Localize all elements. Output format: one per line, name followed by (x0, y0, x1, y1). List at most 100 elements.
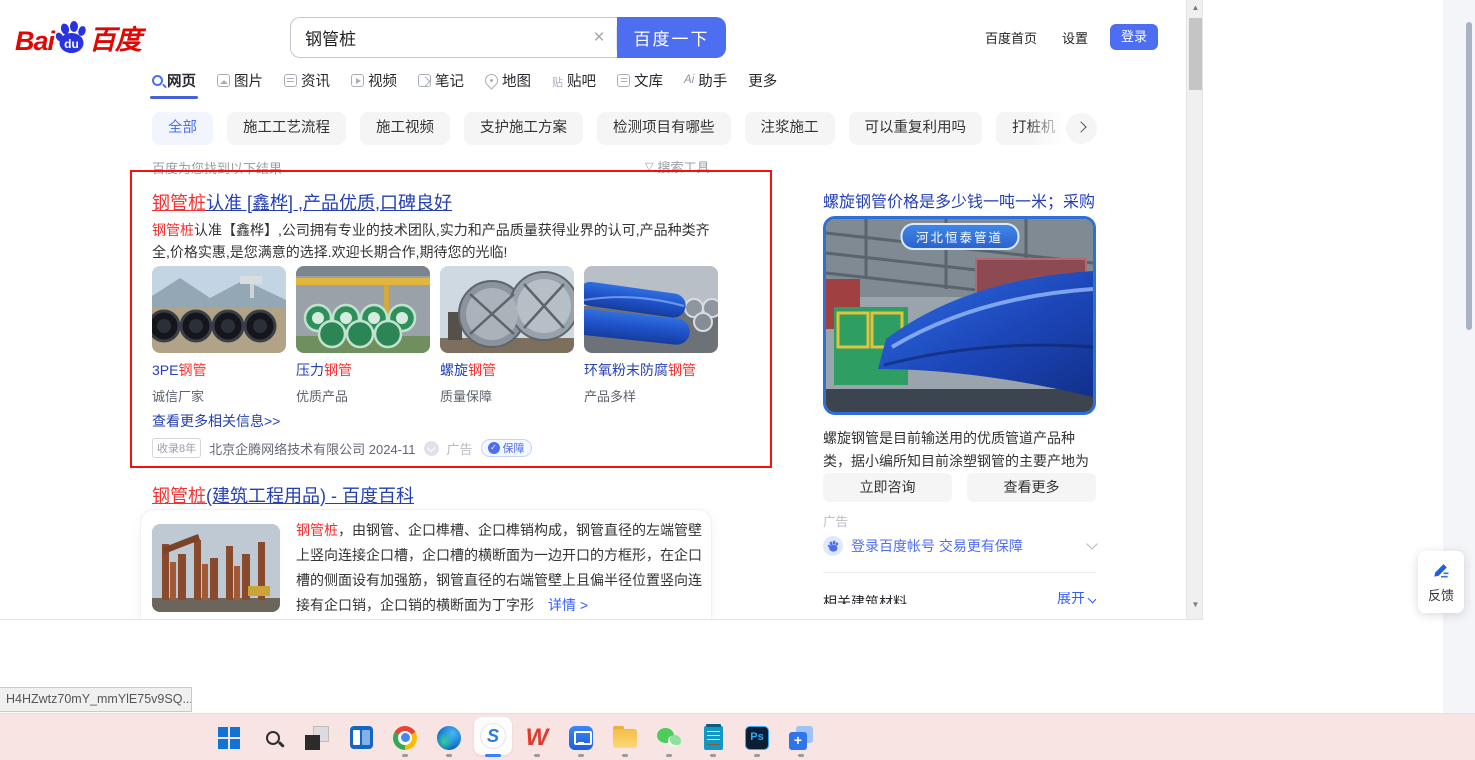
wps-icon: W (525, 723, 549, 751)
chip-support-plan[interactable]: 支护施工方案 (464, 112, 583, 145)
thumb-subcaption: 优质产品 (296, 389, 349, 404)
chevron-down-icon[interactable] (1086, 538, 1098, 550)
edge-icon (437, 725, 461, 750)
detail-link[interactable]: 详情 > (548, 597, 588, 613)
news-icon (284, 73, 297, 87)
taskbar-search-button[interactable] (254, 717, 292, 758)
chevron-down-icon[interactable] (423, 440, 439, 456)
photoshop-button[interactable]: Ps (738, 717, 776, 758)
tab-wenku[interactable]: 文库 (617, 69, 663, 91)
thumb-pressure-pipe[interactable]: 压力钢管 优质产品 (296, 266, 430, 405)
thumb-3pe-pipe[interactable]: 3PE钢管 诚信厂家 (152, 266, 286, 405)
tab-videos[interactable]: 视频 (351, 69, 397, 91)
thumb-subcaption: 产品多样 (584, 389, 637, 404)
pc-manager-button[interactable] (562, 717, 600, 758)
settings-link[interactable]: 设置 (1062, 28, 1088, 47)
baike-result-title[interactable]: 钢管桩(建筑工程用品) - 百度百科 (152, 482, 414, 508)
scroll-up-arrow[interactable]: ▲ (1187, 3, 1202, 12)
sidebar-ad-title[interactable]: 螺旋钢管价格是多少钱一吨一米；采购 (823, 188, 1099, 212)
scrollbar-thumb[interactable] (1189, 18, 1202, 90)
tab-images[interactable]: 图片 (217, 69, 263, 91)
chrome-button[interactable] (386, 717, 424, 758)
panel-app-button[interactable] (342, 717, 380, 758)
baidu-paw-icon-small (823, 536, 843, 556)
search-tools-button[interactable]: ▽ 搜索工具 (645, 157, 709, 176)
ad-result-title[interactable]: 钢管桩认准 [鑫桦] ,产品优质,口碑良好 (152, 189, 452, 215)
baidu-logo[interactable]: Bai du 百度 (15, 18, 142, 57)
pipe-photo-blue[interactable] (584, 266, 718, 353)
edge-button[interactable] (430, 717, 468, 758)
tab-tieba[interactable]: 贴贴吧 (552, 69, 596, 91)
notes-app-button[interactable] (694, 717, 732, 758)
logo-text-bai: Bai (15, 26, 55, 56)
taskbar-icons: S W Ps (210, 717, 820, 758)
related-query-chips: 全部 施工工艺流程 施工视频 支护施工方案 检测项目有哪些 注浆施工 可以重复利… (152, 112, 1097, 146)
sidebar-ad-label: 广告 (823, 515, 849, 529)
search-button[interactable]: 百度一下 (617, 17, 726, 58)
thumb-caption[interactable]: 环氧粉末防腐钢管 (584, 362, 718, 379)
page-scrollbar[interactable]: ▲ ▼ (1186, 0, 1202, 619)
thumb-caption[interactable]: 压力钢管 (296, 362, 430, 379)
desktop-screen: Bai du 百度 × 百度一下 百度首页 设置 登录 网页 (0, 0, 1475, 760)
pipe-photo-gray[interactable] (440, 266, 574, 353)
chip-grouting[interactable]: 注浆施工 (744, 112, 835, 145)
docs-add-button[interactable] (782, 717, 820, 758)
tab-notes[interactable]: 笔记 (418, 69, 464, 91)
login-button[interactable]: 登录 (1110, 24, 1158, 50)
chip-video[interactable]: 施工视频 (360, 112, 450, 145)
chips-next-button[interactable] (1066, 113, 1097, 144)
desktop-app-button[interactable] (298, 717, 336, 758)
baike-description: 钢管桩，由钢管、企口榫槽、企口榫销构成，钢管直径的左端管壁上竖向连接企口槽，企口… (296, 522, 702, 613)
indexed-age-tag: 收录8年 (152, 438, 202, 458)
tab-news[interactable]: 资讯 (284, 69, 330, 91)
ad-thumbnails: 3PE钢管 诚信厂家 压力钢管 优质产品 螺旋钢管 质量保障 环氧粉末防腐钢管 … (152, 266, 718, 405)
sogou-browser-button[interactable]: S (474, 717, 512, 757)
background-scrollbar-thumb[interactable] (1466, 22, 1472, 330)
tab-maps[interactable]: 地图 (482, 69, 531, 91)
scroll-down-arrow[interactable]: ▼ (1187, 600, 1202, 609)
feedback-button[interactable]: 反馈 (1418, 551, 1464, 613)
ad-result-description: 钢管桩认准【鑫桦】,公司拥有专业的技术团队,实力和产品质量获得业界的认可,产品种… (152, 222, 710, 260)
see-more-button[interactable]: 查看更多 (967, 473, 1096, 502)
windows-taskbar: S W Ps 中 S 10:13 2024/11/14 (0, 713, 1475, 760)
brand-badge: 河北恒泰管道 (899, 223, 1020, 250)
consult-now-button[interactable]: 立即咨询 (823, 473, 952, 502)
thumb-epoxy-pipe[interactable]: 环氧粉末防腐钢管 产品多样 (584, 266, 718, 405)
pipe-photo-green[interactable] (296, 266, 430, 353)
login-promo-row[interactable]: 登录百度帐号 交易更有保障 (823, 536, 1098, 556)
chip-inspection[interactable]: 检测项目有哪些 (597, 112, 731, 145)
windows-logo-icon (218, 726, 240, 749)
wechat-button[interactable] (650, 717, 688, 758)
chip-reusable[interactable]: 可以重复利用吗 (848, 112, 982, 145)
thumb-caption[interactable]: 3PE钢管 (152, 362, 286, 379)
pencil-icon (1434, 564, 1449, 578)
file-explorer-button[interactable] (606, 717, 644, 758)
tab-webpages[interactable]: 网页 (150, 69, 198, 99)
start-button[interactable] (210, 717, 248, 758)
ad-more-link[interactable]: 查看更多相关信息>> (152, 411, 280, 431)
baidu-home-link[interactable]: 百度首页 (985, 28, 1037, 47)
tab-assistant[interactable]: Ai 助手 (684, 69, 727, 91)
guarantee-badge[interactable]: ✓ 保障 (480, 439, 532, 457)
chip-all[interactable]: 全部 (152, 112, 213, 145)
chip-process[interactable]: 施工工艺流程 (227, 112, 346, 145)
thumb-caption[interactable]: 螺旋钢管 (440, 362, 574, 379)
expand-button[interactable]: 展开 (1057, 592, 1096, 604)
search-icon (266, 730, 280, 745)
browser-viewport: Bai du 百度 × 百度一下 百度首页 设置 登录 网页 (0, 0, 1203, 620)
note-icon (418, 73, 431, 87)
photoshop-icon: Ps (745, 725, 769, 750)
tab-more[interactable]: 更多 (748, 69, 777, 91)
ad-source-text: 北京企腾网络技术有限公司 2024-11 (209, 441, 416, 457)
clear-search-icon[interactable]: × (582, 27, 616, 49)
sidebar-ad-image[interactable]: 河北恒泰管道 (823, 216, 1096, 415)
baike-thumbnail[interactable] (152, 524, 280, 612)
search-field[interactable]: × (290, 17, 617, 58)
thumb-spiral-pipe[interactable]: 螺旋钢管 质量保障 (440, 266, 574, 405)
link-status-tooltip: H4HZwtz70mY_mmYlE75v9SQ... (0, 687, 192, 712)
wps-button[interactable]: W (518, 717, 556, 758)
search-icon (152, 74, 163, 86)
pipe-photo-black[interactable] (152, 266, 286, 353)
filter-funnel-icon: ▽ (645, 161, 654, 173)
search-input[interactable] (291, 27, 582, 48)
